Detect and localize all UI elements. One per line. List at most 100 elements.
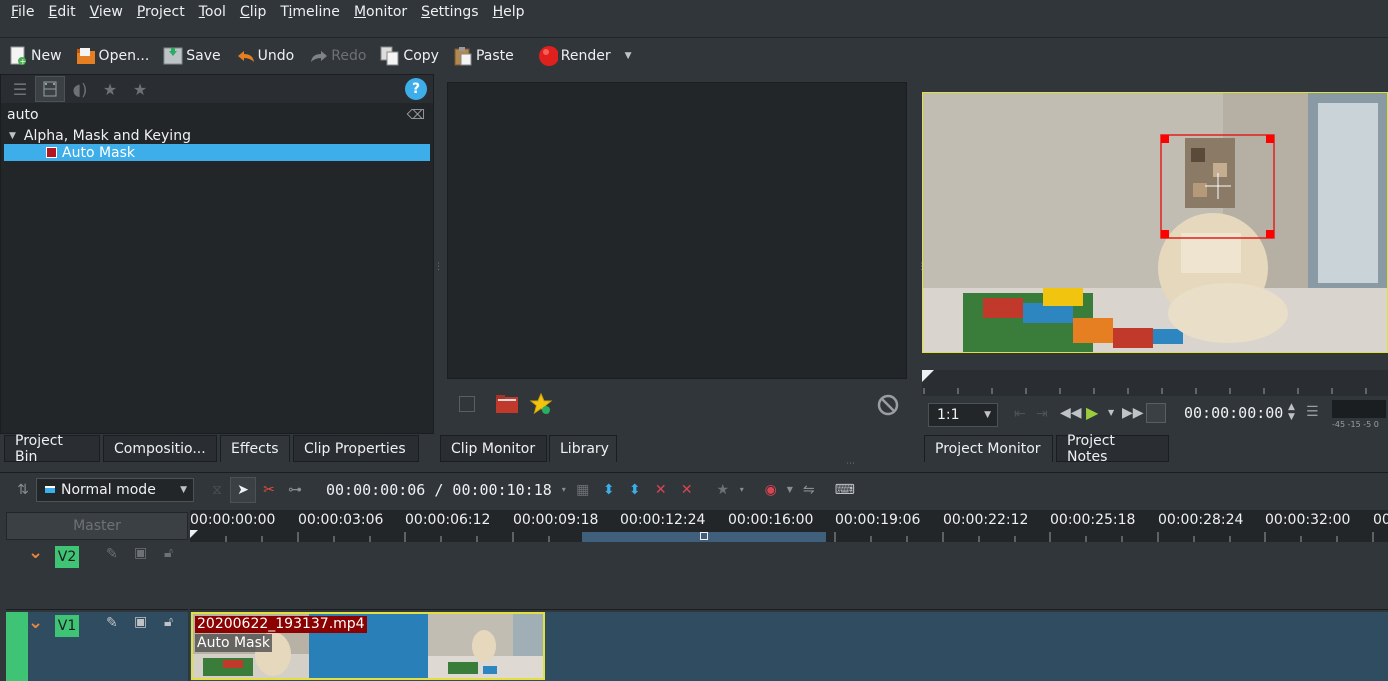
fast-forward-icon[interactable]: ▶▶ <box>1122 405 1144 421</box>
splitter-handle[interactable]: ⋮ <box>434 262 443 272</box>
tab-project-monitor[interactable]: Project Monitor <box>924 435 1053 462</box>
tab-compositions[interactable]: Compositio... <box>103 435 217 462</box>
collapse-track-icon[interactable]: ⌄ <box>28 612 43 633</box>
save-button[interactable]: Save <box>163 46 221 66</box>
video-effects-icon[interactable] <box>35 76 65 102</box>
monitor-timecode[interactable]: 00:00:00:00 <box>1184 404 1283 422</box>
track-v1-active-indicator[interactable] <box>6 612 28 681</box>
tab-project-notes[interactable]: Project Notes <box>1056 433 1169 465</box>
menu-clip[interactable]: Clip <box>233 4 273 20</box>
lock-icon[interactable]: 🔓︎ <box>164 545 173 561</box>
tab-clip-properties[interactable]: Clip Properties <box>293 435 419 462</box>
overwrite-clip-icon[interactable]: ⬍ <box>622 477 648 503</box>
record-options-icon[interactable]: ▼ <box>784 477 796 503</box>
timeline-position[interactable]: 00:00:00:06 / 00:00:10:18 <box>326 481 552 499</box>
zoom-select[interactable]: 1:1 ▼ <box>928 403 998 427</box>
redo-button[interactable]: Redo <box>308 46 366 66</box>
project-monitor-video[interactable] <box>922 92 1388 353</box>
tab-library[interactable]: Library <box>549 435 617 462</box>
effect-category[interactable]: ▼ Alpha, Mask and Keying <box>1 127 433 144</box>
list-view-icon[interactable]: ☰ <box>5 76 35 102</box>
ruler-label: 00:00:00:00 <box>190 512 276 528</box>
menu-monitor[interactable]: Monitor <box>347 4 414 20</box>
audio-scale-label: -45 -15 -5 0 <box>1332 420 1379 429</box>
menu-view[interactable]: View <box>83 4 130 20</box>
tab-clip-monitor[interactable]: Clip Monitor <box>440 435 547 462</box>
menu-edit[interactable]: Edit <box>41 4 82 20</box>
play-options-icon[interactable]: ▼ <box>1108 408 1114 417</box>
lock-icon[interactable]: 🔓︎ <box>164 614 173 630</box>
position-options-icon[interactable]: ▾ <box>558 477 570 503</box>
lift-icon[interactable]: ✕ <box>674 477 700 503</box>
menu-project[interactable]: Project <box>130 4 192 20</box>
ruler-label: 00:00:12:24 <box>620 512 706 528</box>
render-dropdown-icon[interactable]: ▼ <box>625 51 632 61</box>
set-zone-out-icon[interactable]: ⇥ <box>1036 406 1048 422</box>
fullscreen-icon[interactable] <box>1146 403 1166 423</box>
timeline-clip[interactable]: 20200622_193137.mp4 Auto Mask <box>191 612 545 680</box>
record-audio-icon[interactable]: ◉ <box>758 477 784 503</box>
track-name[interactable]: V1 <box>55 615 79 637</box>
favorite-star-icon[interactable] <box>529 392 553 420</box>
menu-help[interactable]: Help <box>486 4 532 20</box>
split-audio-icon[interactable]: ⇋ <box>796 477 822 503</box>
menu-settings[interactable]: Settings <box>414 4 485 20</box>
effects-search-input[interactable] <box>7 107 397 123</box>
undo-button[interactable]: Undo <box>235 46 294 66</box>
stop-icon[interactable] <box>877 394 899 420</box>
play-zone-icon[interactable] <box>459 396 475 412</box>
menu-timeline[interactable]: Timeline <box>273 4 347 20</box>
star-options-icon[interactable]: ▾ <box>736 477 748 503</box>
clear-search-icon[interactable]: ⌫ <box>407 108 425 123</box>
tab-effects[interactable]: Effects <box>220 435 290 462</box>
extract-icon[interactable]: ✕ <box>648 477 674 503</box>
timecode-spinner-icon[interactable]: ▲ ▼ <box>1288 402 1295 422</box>
edit-mode-select[interactable]: Normal mode ▼ <box>36 477 194 502</box>
expand-arrow-icon[interactable]: ▼ <box>9 131 16 141</box>
menu-bar: File Edit View Project Tool Clip Timelin… <box>0 0 1388 24</box>
hide-video-icon[interactable]: ▣ <box>134 614 147 630</box>
menu-tool[interactable]: Tool <box>192 4 233 20</box>
track-header-v1[interactable]: ⌄ V1 ✎ ▣ 🔓︎ <box>28 612 188 681</box>
audio-effects-icon[interactable]: ◖) <box>65 76 95 102</box>
project-monitor-ruler[interactable] <box>922 370 1388 396</box>
paste-button[interactable]: Paste <box>453 46 514 66</box>
insert-clip-icon[interactable]: ⬍ <box>596 477 622 503</box>
timeline-zone[interactable] <box>582 532 826 542</box>
copy-button[interactable]: Copy <box>380 46 439 66</box>
play-icon[interactable]: ▶ <box>1086 403 1098 422</box>
set-zone-in-icon[interactable]: ⇤ <box>1014 406 1026 422</box>
razor-tool-icon[interactable]: ✂ <box>256 477 282 503</box>
rewind-icon[interactable]: ◀◀ <box>1060 405 1082 421</box>
selection-tool-icon[interactable]: ➤ <box>230 476 256 503</box>
effect-item-auto-mask[interactable]: Auto Mask <box>4 144 430 161</box>
favorite-effects-icon[interactable]: ★ <box>125 76 155 102</box>
keyboard-icon[interactable]: ⌨ <box>832 477 858 503</box>
track-header-v2[interactable]: ⌄ V2 ✎ ▣ 🔓︎ <box>6 542 188 610</box>
overwrite-icon[interactable]: ▦ <box>570 477 596 503</box>
menu-file[interactable]: File <box>4 4 41 20</box>
track-v2-area[interactable] <box>190 542 1388 610</box>
folder-icon[interactable] <box>495 392 519 418</box>
open-button[interactable]: Open... <box>76 46 149 66</box>
multicam-icon[interactable]: ⧖ <box>204 477 230 503</box>
render-button[interactable]: Render ▼ <box>538 45 632 66</box>
spacer-tool-icon[interactable]: ⊶ <box>282 477 308 503</box>
custom-effects-icon[interactable]: ★ <box>95 76 125 102</box>
monitor-menu-icon[interactable]: ☰ <box>1306 404 1319 420</box>
favorite-star-icon[interactable]: ★ <box>710 477 736 503</box>
redo-icon <box>308 46 328 66</box>
effects-toggle-icon[interactable]: ✎ <box>106 615 118 631</box>
zone-center-handle[interactable] <box>700 532 708 540</box>
track-name[interactable]: V2 <box>55 546 79 568</box>
master-button[interactable]: Master <box>6 512 188 540</box>
help-icon[interactable]: ? <box>405 78 427 100</box>
tab-project-bin[interactable]: Project Bin <box>4 433 100 465</box>
new-button[interactable]: + New <box>8 46 62 66</box>
hide-video-icon[interactable]: ▣ <box>134 545 147 561</box>
track-menu-icon[interactable]: ⇅ <box>10 477 36 503</box>
effects-toggle-icon[interactable]: ✎ <box>106 546 118 562</box>
splitter-handle[interactable]: ⋯ <box>846 459 855 469</box>
clip-monitor-screen[interactable] <box>447 82 907 379</box>
collapse-track-icon[interactable]: ⌄ <box>28 542 43 563</box>
